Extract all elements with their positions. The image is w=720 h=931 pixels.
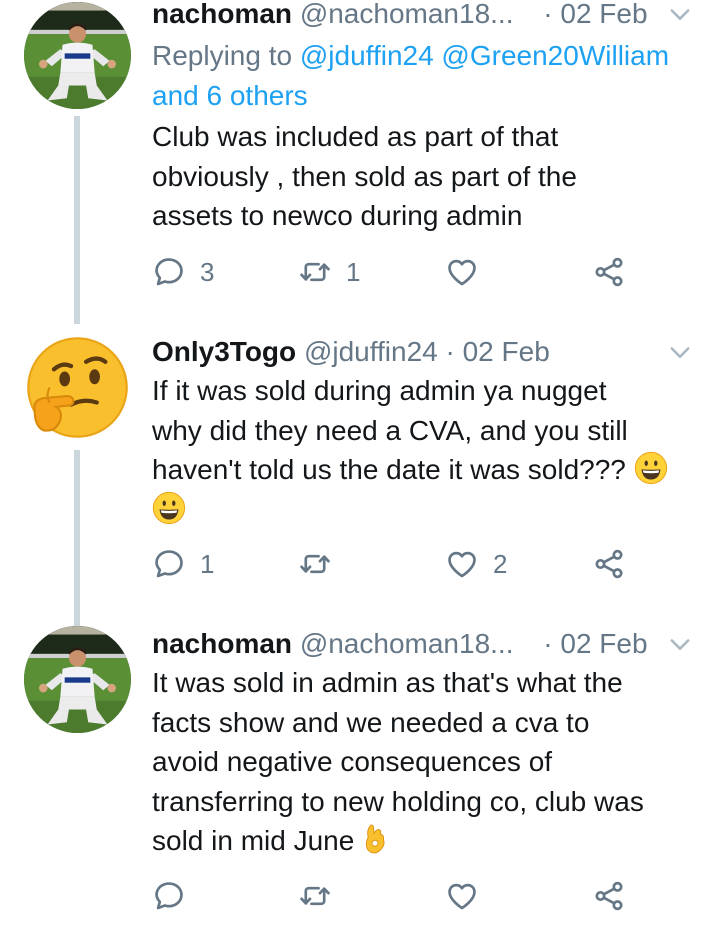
reply-count: 3 — [200, 256, 215, 287]
retweet-icon — [298, 547, 332, 581]
grinning-face-emoji — [634, 451, 668, 485]
tweet-text-segment: sold in mid June — [152, 825, 355, 856]
tweet-header: nachoman @nachoman18... · 02 Feb — [152, 0, 696, 34]
share-button[interactable] — [592, 544, 626, 584]
replying-to-label: Replying to — [152, 40, 293, 71]
avatar[interactable] — [24, 334, 131, 441]
tweet-3[interactable]: nachoman @nachoman18... · 02 Feb It was … — [0, 614, 720, 931]
tweet-text: Club was included as part of that obviou… — [152, 117, 712, 236]
reply-others-link[interactable]: and 6 others — [152, 80, 308, 111]
reply-button[interactable]: 1 — [152, 544, 214, 584]
tweet-actions — [152, 876, 652, 916]
tweet-text-line: avoid negative consequences of — [152, 746, 553, 777]
tweet-1[interactable]: nachoman @nachoman18... · 02 Feb Replyin… — [0, 0, 720, 324]
tweet-header: Only3Togo @jduffin24 · 02 Feb — [152, 332, 696, 372]
tweet-text-line: If it was sold during admin ya nugget — [152, 375, 607, 406]
tweet-text-line: Club was included as part of that — [152, 121, 559, 152]
retweet-button[interactable]: 1 — [298, 252, 360, 292]
tweet-2[interactable]: Only3Togo @jduffin24 · 02 Feb If it was … — [0, 322, 720, 626]
separator-dot: · — [543, 628, 553, 659]
display-name[interactable]: nachoman — [152, 0, 292, 29]
tweet-text: If it was sold during admin ya nugget wh… — [152, 371, 712, 529]
retweet-count: 1 — [346, 256, 361, 287]
like-button[interactable] — [445, 252, 493, 292]
reply-button[interactable]: 3 — [152, 252, 214, 292]
footballer-avatar-image — [24, 626, 131, 733]
retweet-icon — [298, 879, 332, 913]
display-name[interactable]: nachoman — [152, 628, 292, 659]
user-handle[interactable]: @nachoman18... — [300, 628, 514, 659]
chevron-down-icon[interactable] — [666, 630, 694, 658]
reply-icon — [152, 547, 186, 581]
tweet-actions: 3 1 — [152, 252, 652, 292]
user-handle[interactable]: @nachoman18... — [300, 0, 514, 29]
like-button[interactable] — [445, 876, 479, 916]
tweet-text-line: sold in mid June — [152, 821, 712, 861]
tweet-text-segment: haven't told us the date it was sold??? — [152, 454, 626, 485]
heart-icon — [445, 547, 479, 581]
share-button[interactable] — [592, 252, 626, 292]
share-icon — [592, 255, 626, 289]
tweet-text: It was sold in admin as that's what the … — [152, 663, 712, 861]
heart-icon — [445, 879, 479, 913]
tweet-text-line: facts show and we needed a cva to — [152, 706, 590, 738]
grinning-face-emoji — [152, 491, 186, 525]
separator-dot: · — [543, 0, 553, 29]
like-button[interactable]: 2 — [445, 544, 507, 584]
share-button[interactable] — [592, 876, 626, 916]
reply-icon — [152, 255, 186, 289]
replying-to: Replying to @jduffin24 @Green20William a… — [152, 36, 712, 116]
reply-count: 1 — [200, 548, 215, 579]
tweet-header: nachoman @nachoman18... · 02 Feb — [152, 624, 696, 664]
separator-dot: · — [445, 336, 455, 367]
tweet-text-line: assets to newco during admin — [152, 200, 523, 231]
thinking-face-emoji-avatar — [24, 334, 131, 441]
display-name[interactable]: Only3Togo — [152, 336, 296, 367]
retweet-button[interactable] — [298, 544, 346, 584]
share-icon — [592, 879, 626, 913]
thread-line — [74, 450, 80, 626]
ok-hand-emoji — [362, 822, 388, 856]
tweet-text-line: transferring to new holding co, club was — [152, 785, 644, 817]
user-handle[interactable]: @jduffin24 — [304, 336, 438, 367]
tweet-text-line: haven't told us the date it was sold??? — [152, 450, 712, 490]
tweet-text-line: obviously , then sold as part of the — [152, 160, 577, 192]
retweet-button[interactable] — [298, 876, 332, 916]
tweet-text-line — [152, 490, 712, 530]
retweet-icon — [298, 255, 332, 289]
avatar[interactable] — [24, 2, 131, 109]
like-count: 2 — [493, 548, 508, 579]
reply-icon — [152, 879, 186, 913]
tweet-date[interactable]: 02 Feb — [560, 0, 647, 29]
tweet-text-line: why did they need a CVA, and you still — [152, 414, 628, 446]
thread-line — [74, 116, 80, 324]
tweet-text-line: It was sold in admin as that's what the — [152, 667, 623, 698]
avatar[interactable] — [24, 626, 131, 733]
reply-button[interactable] — [152, 876, 186, 916]
footballer-avatar-image — [24, 2, 131, 109]
reply-mentions-link[interactable]: @jduffin24 @Green20William — [300, 40, 669, 71]
share-icon — [592, 547, 626, 581]
chevron-down-icon[interactable] — [666, 338, 694, 366]
tweet-actions: 1 2 — [152, 544, 652, 584]
tweet-date[interactable]: 02 Feb — [560, 628, 647, 659]
tweet-date[interactable]: 02 Feb — [463, 336, 550, 367]
chevron-down-icon[interactable] — [666, 0, 694, 28]
heart-icon — [445, 255, 479, 289]
